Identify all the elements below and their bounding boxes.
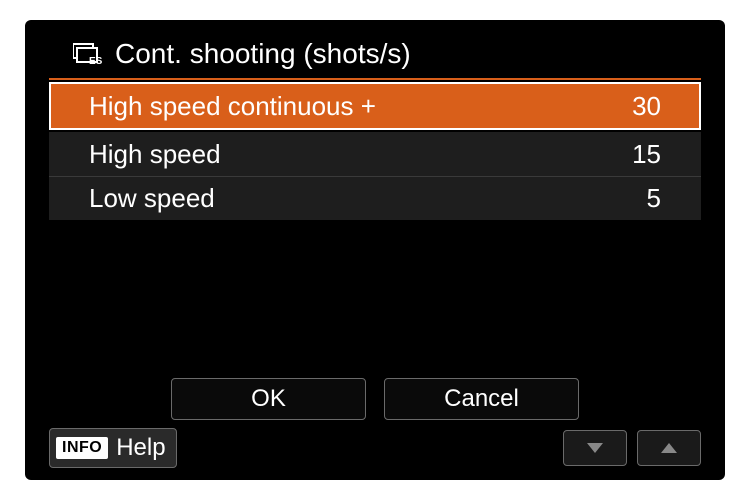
option-label: High speed <box>89 139 221 170</box>
help-button[interactable]: INFO Help <box>49 428 177 468</box>
camera-menu-screen: ES Cont. shooting (shots/s) High speed c… <box>25 20 725 480</box>
ok-button-label: OK <box>251 385 286 413</box>
dialog-buttons: OK Cancel <box>25 378 725 420</box>
option-low-speed[interactable]: Low speed 5 <box>49 176 701 220</box>
decrease-button[interactable] <box>563 430 627 466</box>
help-label: Help <box>116 434 165 462</box>
option-value: 15 <box>632 139 661 170</box>
svg-text:ES: ES <box>89 56 103 66</box>
continuous-shooting-es-icon: ES <box>73 42 105 66</box>
value-arrows <box>563 430 701 466</box>
option-value: 5 <box>647 183 661 214</box>
cancel-button[interactable]: Cancel <box>384 378 579 420</box>
chevron-up-icon <box>661 443 677 453</box>
option-label: Low speed <box>89 183 215 214</box>
chevron-down-icon <box>587 443 603 453</box>
option-high-speed[interactable]: High speed 15 <box>49 132 701 176</box>
info-badge: INFO <box>56 437 108 459</box>
speed-options-list: High speed continuous + 30 High speed 15… <box>25 82 725 220</box>
increase-button[interactable] <box>637 430 701 466</box>
menu-header: ES Cont. shooting (shots/s) <box>49 38 701 80</box>
option-high-speed-continuous-plus[interactable]: High speed continuous + 30 <box>49 82 701 130</box>
cancel-button-label: Cancel <box>444 385 519 413</box>
ok-button[interactable]: OK <box>171 378 366 420</box>
option-value: 30 <box>632 91 661 122</box>
option-label: High speed continuous + <box>89 91 376 122</box>
menu-title: Cont. shooting (shots/s) <box>115 38 411 70</box>
bottom-bar: INFO Help <box>49 428 701 468</box>
